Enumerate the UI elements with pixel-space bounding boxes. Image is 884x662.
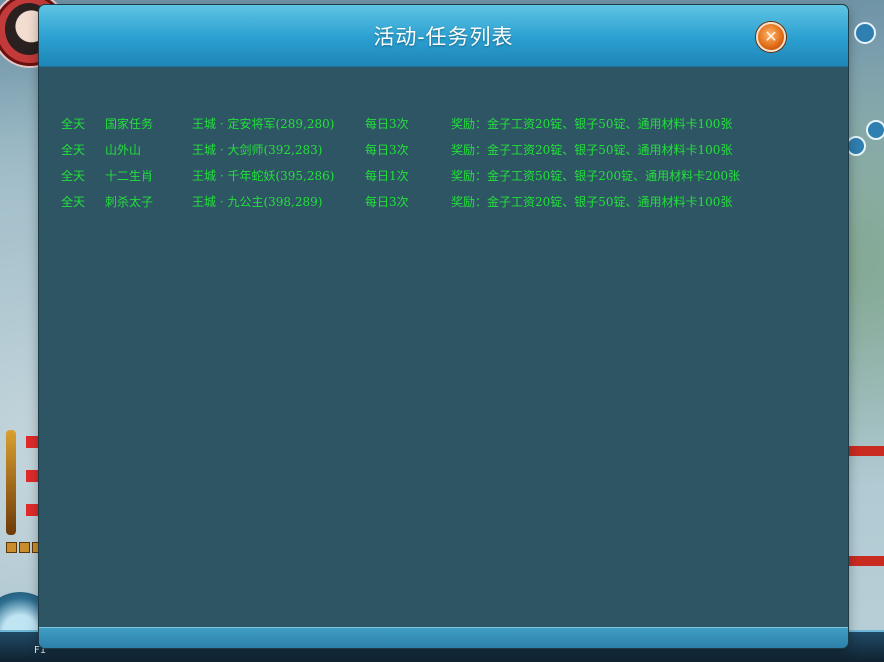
chat-tab-buttons bbox=[6, 542, 43, 553]
system-message bbox=[844, 556, 884, 566]
task-time: 全天 bbox=[61, 195, 86, 209]
task-time: 全天 bbox=[61, 143, 86, 157]
chat-scrollbar[interactable] bbox=[6, 430, 16, 535]
task-name: 十二生肖 bbox=[105, 169, 154, 183]
task-name: 国家任务 bbox=[105, 117, 154, 131]
task-name: 刺杀太子 bbox=[105, 195, 154, 209]
task-frequency: 每日3次 bbox=[365, 117, 409, 131]
task-frequency: 每日3次 bbox=[365, 143, 409, 157]
zoom-out-icon[interactable] bbox=[846, 136, 866, 156]
chat-channel-tag bbox=[26, 504, 40, 516]
minimap-button[interactable] bbox=[854, 22, 876, 44]
chat-tab[interactable] bbox=[19, 542, 30, 553]
close-button[interactable]: ✕ bbox=[756, 22, 786, 52]
task-time: 全天 bbox=[61, 117, 86, 131]
chat-channel-tag bbox=[26, 436, 40, 448]
task-name: 山外山 bbox=[105, 143, 142, 157]
task-frequency: 每日3次 bbox=[365, 195, 409, 209]
close-icon: ✕ bbox=[764, 27, 778, 46]
dialog-header: 活动-任务列表 ✕ bbox=[39, 5, 848, 67]
task-location-link[interactable]: 王城 · 九公主(398,289) bbox=[192, 193, 322, 210]
task-location-link[interactable]: 王城 · 千年蛇妖(395,286) bbox=[192, 167, 334, 184]
zoom-in-icon[interactable] bbox=[866, 120, 884, 140]
activity-task-list-dialog: 活动-任务列表 ✕ 全天 国家任务 王城 · 定安将军(289,280) 每日3… bbox=[39, 5, 848, 648]
chat-tab[interactable] bbox=[6, 542, 17, 553]
task-time: 全天 bbox=[61, 169, 86, 183]
task-frequency: 每日1次 bbox=[365, 169, 409, 183]
system-message bbox=[844, 446, 884, 456]
task-location-link[interactable]: 王城 · 定安将军(289,280) bbox=[192, 115, 334, 132]
task-reward: 奖励：金子工资20锭、银子50锭、通用材料卡100张 bbox=[451, 143, 733, 157]
chat-channel-tag bbox=[26, 470, 40, 482]
task-reward: 奖励：金子工资20锭、银子50锭、通用材料卡100张 bbox=[451, 117, 733, 131]
dialog-footer bbox=[39, 627, 848, 648]
task-location-link[interactable]: 王城 · 大剑师(392,283) bbox=[192, 141, 322, 158]
dialog-title: 活动-任务列表 bbox=[373, 25, 514, 49]
task-reward: 奖励：金子工资20锭、银子50锭、通用材料卡100张 bbox=[451, 195, 733, 209]
task-reward: 奖励：金子工资50锭、银子200锭、通用材料卡200张 bbox=[451, 169, 741, 183]
